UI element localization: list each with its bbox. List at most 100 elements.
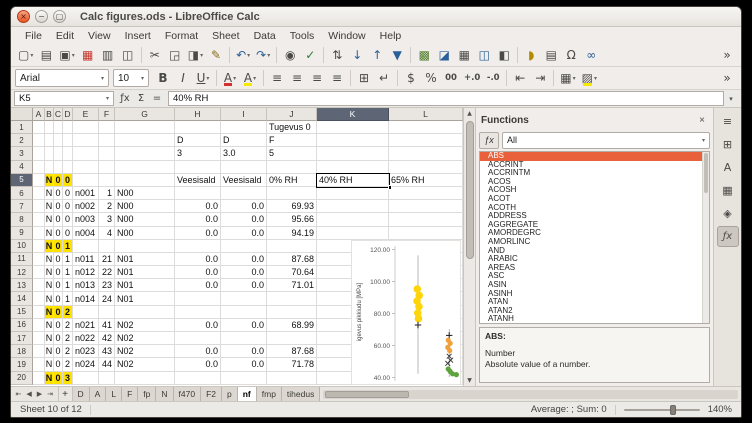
function-item-areas[interactable]: AREAS bbox=[480, 264, 709, 273]
function-item-asc[interactable]: ASC bbox=[480, 272, 709, 281]
cell-A4[interactable] bbox=[33, 161, 45, 174]
menu-item-data[interactable]: Data bbox=[247, 29, 283, 43]
sheet-tab-L[interactable]: L bbox=[106, 387, 122, 401]
cell-B15[interactable]: N bbox=[45, 306, 54, 319]
cell-E17[interactable]: n022 bbox=[73, 332, 99, 345]
cell-A20[interactable] bbox=[33, 372, 45, 385]
font-color-button[interactable]: A▾ bbox=[221, 69, 239, 88]
cell-E8[interactable]: n003 bbox=[73, 213, 99, 226]
cell-H20[interactable] bbox=[175, 372, 221, 385]
cell-L2[interactable] bbox=[389, 134, 463, 147]
cell-D13[interactable]: 1 bbox=[63, 279, 73, 292]
cell-F11[interactable]: 21 bbox=[99, 253, 115, 266]
cell-J6[interactable] bbox=[267, 187, 317, 200]
cell-D15[interactable]: 2 bbox=[63, 306, 73, 319]
cell-B17[interactable]: N bbox=[45, 332, 54, 345]
cell-A19[interactable] bbox=[33, 358, 45, 371]
cell-F7[interactable]: 2 bbox=[99, 200, 115, 213]
cell-J9[interactable]: 94.19 bbox=[267, 227, 317, 240]
cell-C3[interactable] bbox=[54, 147, 63, 160]
highlighting-color-button[interactable]: A▾ bbox=[241, 69, 259, 88]
sheet-tab-fp[interactable]: fp bbox=[138, 387, 156, 401]
cell-K3[interactable] bbox=[317, 147, 389, 160]
cell-G20[interactable] bbox=[115, 372, 175, 385]
format-number-button[interactable]: 00 bbox=[442, 69, 460, 88]
bold-button[interactable]: B bbox=[154, 69, 172, 88]
zoom-slider-thumb[interactable] bbox=[670, 405, 676, 415]
row-header-16[interactable]: 16 bbox=[11, 319, 33, 332]
column-header-F[interactable]: F bbox=[99, 108, 115, 121]
cell-L1[interactable] bbox=[389, 121, 463, 134]
cell-E10[interactable] bbox=[73, 240, 99, 253]
new-button[interactable]: ▢▾ bbox=[16, 46, 35, 65]
cell-G13[interactable]: N01 bbox=[115, 279, 175, 292]
open-button[interactable]: ▤ bbox=[37, 46, 55, 65]
cell-H14[interactable] bbox=[175, 292, 221, 305]
formula-button[interactable]: = bbox=[149, 91, 165, 106]
menu-item-help[interactable]: Help bbox=[373, 29, 409, 43]
function-item-asinh[interactable]: ASINH bbox=[480, 290, 709, 299]
cell-F9[interactable]: 4 bbox=[99, 227, 115, 240]
row-header-8[interactable]: 8 bbox=[11, 213, 33, 226]
sheet-tab-tihedus[interactable]: tihedus bbox=[282, 387, 320, 401]
vertical-scroll-thumb[interactable] bbox=[466, 121, 474, 259]
row-header-1[interactable]: 1 bbox=[11, 121, 33, 134]
italic-button[interactable]: I bbox=[174, 69, 192, 88]
cell-D12[interactable]: 1 bbox=[63, 266, 73, 279]
cell-C17[interactable]: 0 bbox=[54, 332, 63, 345]
cell-J12[interactable]: 70.64 bbox=[267, 266, 317, 279]
row-header-19[interactable]: 19 bbox=[11, 358, 33, 371]
cell-D19[interactable]: 2 bbox=[63, 358, 73, 371]
name-box[interactable]: K5 ▾ bbox=[14, 91, 114, 106]
cell-L7[interactable] bbox=[389, 200, 463, 213]
undo-button[interactable]: ↶▾ bbox=[234, 46, 252, 65]
horizontal-scroll-thumb[interactable] bbox=[325, 391, 409, 398]
cell-A10[interactable] bbox=[33, 240, 45, 253]
cell-E1[interactable] bbox=[73, 121, 99, 134]
decrease-indent-button[interactable]: ⇤ bbox=[511, 69, 529, 88]
vertical-scrollbar[interactable]: ▲ ▼ bbox=[463, 108, 475, 386]
cell-G2[interactable] bbox=[115, 134, 175, 147]
font-name-combo[interactable]: Arial ▾ bbox=[15, 69, 109, 87]
cell-I3[interactable]: 3.0 bbox=[221, 147, 267, 160]
cell-B18[interactable]: N bbox=[45, 345, 54, 358]
menu-item-insert[interactable]: Insert bbox=[118, 29, 158, 43]
scroll-down-icon[interactable]: ▼ bbox=[464, 375, 475, 386]
cell-B2[interactable] bbox=[45, 134, 54, 147]
cell-G7[interactable]: N00 bbox=[115, 200, 175, 213]
cell-B8[interactable]: N bbox=[45, 213, 54, 226]
cell-H5[interactable]: Veesisald bbox=[175, 174, 221, 187]
cell-B7[interactable]: N bbox=[45, 200, 54, 213]
hyperlink-button[interactable]: ∞ bbox=[582, 46, 600, 65]
cell-E3[interactable] bbox=[73, 147, 99, 160]
sheet-tab-f470[interactable]: f470 bbox=[174, 387, 202, 401]
cell-A11[interactable] bbox=[33, 253, 45, 266]
expand-formula-bar-button[interactable]: ▾ bbox=[724, 95, 738, 103]
cell-A8[interactable] bbox=[33, 213, 45, 226]
cell-D11[interactable]: 1 bbox=[63, 253, 73, 266]
cell-D20[interactable]: 3 bbox=[63, 372, 73, 385]
cell-G16[interactable]: N02 bbox=[115, 319, 175, 332]
row-header-3[interactable]: 3 bbox=[11, 147, 33, 160]
function-item-atan[interactable]: ATAN bbox=[480, 298, 709, 307]
properties-tab[interactable]: ⊞ bbox=[717, 134, 739, 155]
cell-D10[interactable]: 1 bbox=[63, 240, 73, 253]
cell-H4[interactable] bbox=[175, 161, 221, 174]
cell-I5[interactable]: Veesisald bbox=[221, 174, 267, 187]
cell-A12[interactable] bbox=[33, 266, 45, 279]
cell-B11[interactable]: N bbox=[45, 253, 54, 266]
cell-C9[interactable]: 0 bbox=[54, 227, 63, 240]
insert-chart-button[interactable]: ◪ bbox=[435, 46, 453, 65]
row-header-10[interactable]: 10 bbox=[11, 240, 33, 253]
cell-B6[interactable]: N bbox=[45, 187, 54, 200]
cell-F14[interactable]: 24 bbox=[99, 292, 115, 305]
column-header-G[interactable]: G bbox=[115, 108, 175, 121]
cell-J5[interactable]: 0% RH bbox=[267, 174, 317, 187]
cell-I4[interactable] bbox=[221, 161, 267, 174]
align-justified-button[interactable]: ≡ bbox=[328, 69, 346, 88]
cell-F16[interactable]: 41 bbox=[99, 319, 115, 332]
cell-D2[interactable] bbox=[63, 134, 73, 147]
cut-button[interactable]: ✂ bbox=[146, 46, 164, 65]
cell-J17[interactable] bbox=[267, 332, 317, 345]
insert-comment-button[interactable]: ◗ bbox=[522, 46, 540, 65]
